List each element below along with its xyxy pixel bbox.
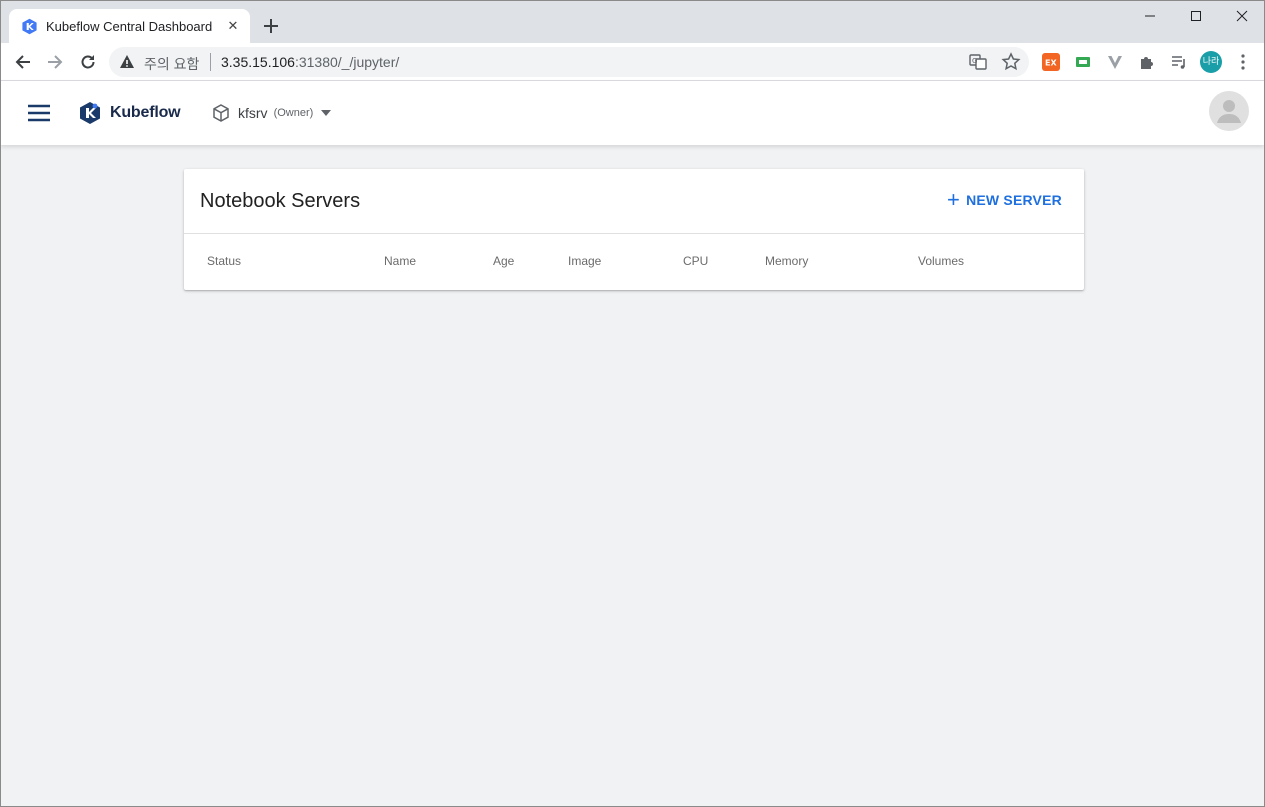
column-header-age[interactable]: Age xyxy=(493,254,514,268)
reload-button[interactable] xyxy=(74,48,102,76)
brand-name: Kubeflow xyxy=(110,104,181,121)
app-header: Kubeflow kfsrv (Owner) xyxy=(1,81,1264,145)
column-header-status[interactable]: Status xyxy=(207,254,241,268)
caret-down-icon xyxy=(321,110,332,116)
maximize-icon xyxy=(1191,11,1201,21)
new-server-label: NEW SERVER xyxy=(966,192,1062,208)
address-bar[interactable]: 주의 요함 3.35.15.106:31380/_/jupyter/ G xyxy=(109,47,1029,77)
screen-glyph-icon xyxy=(1076,57,1090,67)
url-path: :31380/_/jupyter/ xyxy=(294,54,400,70)
namespace-role: (Owner) xyxy=(273,107,314,119)
column-header-name[interactable]: Name xyxy=(384,254,416,268)
back-button[interactable] xyxy=(9,48,37,76)
translate-icon[interactable]: G xyxy=(969,53,987,71)
puzzle-extension-icon[interactable] xyxy=(1138,53,1156,71)
kubeflow-logo-icon xyxy=(80,102,100,124)
cube-icon xyxy=(213,104,229,122)
notebook-servers-card: Notebook Servers + NEW SERVER Status Nam… xyxy=(184,169,1084,290)
screen-extension-icon[interactable] xyxy=(1074,53,1092,71)
svg-text:EX: EX xyxy=(1045,59,1057,68)
bookmark-star-icon[interactable] xyxy=(1001,52,1021,72)
tab-title: Kubeflow Central Dashboard xyxy=(46,19,213,34)
ex-extension-glyph-icon: EX xyxy=(1045,59,1057,68)
reload-icon xyxy=(81,55,95,69)
url-text[interactable]: 3.35.15.106:31380/_/jupyter/ xyxy=(221,54,399,70)
security-label[interactable]: 주의 요함 xyxy=(144,54,199,74)
column-header-volumes[interactable]: Volumes xyxy=(918,254,964,268)
profile-avatar[interactable]: 나라 xyxy=(1200,51,1222,73)
column-header-image[interactable]: Image xyxy=(568,254,601,268)
ex-extension-icon[interactable]: EX xyxy=(1042,53,1060,71)
maximize-window-button[interactable] xyxy=(1173,1,1219,31)
arrow-left-icon xyxy=(15,55,30,69)
card-title: Notebook Servers xyxy=(200,190,361,212)
hamburger-menu-icon[interactable] xyxy=(25,101,53,125)
close-icon xyxy=(1236,10,1248,22)
arrow-right-icon xyxy=(48,55,63,69)
person-icon xyxy=(1217,100,1241,123)
new-server-button[interactable]: + NEW SERVER xyxy=(947,187,1062,212)
v-glyph-icon xyxy=(1108,56,1122,69)
tab-close-icon[interactable]: ✕ xyxy=(224,17,242,35)
svg-text:G: G xyxy=(972,57,977,65)
tab-kubeflow[interactable]: Kubeflow Central Dashboard ✕ xyxy=(9,9,250,43)
playlist-icon xyxy=(1172,56,1185,69)
card-divider xyxy=(184,233,1084,234)
warning-icon[interactable] xyxy=(119,54,135,70)
plus-icon: + xyxy=(947,187,961,212)
minimize-icon xyxy=(1145,15,1155,17)
plus-icon xyxy=(264,19,278,33)
minimize-window-button[interactable] xyxy=(1127,1,1173,31)
address-separator xyxy=(210,53,211,71)
puzzle-icon xyxy=(1141,57,1153,69)
account-avatar[interactable] xyxy=(1209,91,1249,131)
close-window-button[interactable] xyxy=(1219,1,1264,31)
forward-button[interactable] xyxy=(41,48,69,76)
namespace-name: kfsrv xyxy=(238,105,268,121)
column-header-cpu[interactable]: CPU xyxy=(683,254,708,268)
kubeflow-brand[interactable]: Kubeflow xyxy=(78,101,181,125)
more-vertical-icon[interactable] xyxy=(1234,52,1252,72)
column-header-memory[interactable]: Memory xyxy=(765,254,808,268)
kubeflow-favicon-icon xyxy=(22,18,37,35)
tab-strip: Kubeflow Central Dashboard ✕ xyxy=(1,1,1264,43)
new-tab-button[interactable] xyxy=(259,14,283,38)
namespace-selector[interactable]: kfsrv (Owner) xyxy=(212,103,332,123)
browser-window: Kubeflow Central Dashboard ✕ 주의 요함 3.35.… xyxy=(0,0,1265,807)
browser-toolbar: 주의 요함 3.35.15.106:31380/_/jupyter/ G EX … xyxy=(1,43,1264,81)
reading-list-icon[interactable] xyxy=(1170,53,1188,71)
url-host: 3.35.15.106 xyxy=(221,54,295,70)
v-extension-icon[interactable] xyxy=(1106,53,1124,71)
